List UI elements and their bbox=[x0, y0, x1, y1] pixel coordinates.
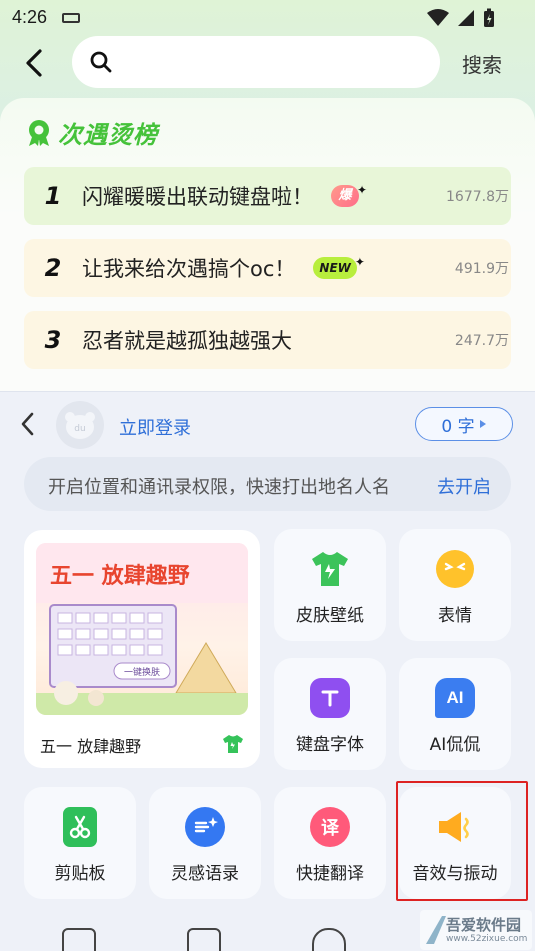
promo-illustration: 五一 放肆趣野 一键换肤 bbox=[36, 543, 248, 715]
word-count-label: 0 字 bbox=[441, 416, 475, 437]
watermark-url: www.52zixue.com bbox=[446, 934, 528, 944]
hot-item-title: 闪耀暖暖出联动键盘啦！ bbox=[82, 185, 313, 209]
tile-ai-chat[interactable]: AI AI侃侃 bbox=[399, 658, 511, 770]
permission-text: 开启位置和通讯录权限，快速打出地名人名 bbox=[48, 477, 390, 498]
avatar[interactable]: du bbox=[56, 401, 104, 449]
search-box[interactable] bbox=[72, 36, 440, 88]
hot-tag-label: 爆 bbox=[338, 188, 352, 203]
tile-skin-wallpaper[interactable]: 皮肤壁纸 bbox=[274, 529, 386, 641]
promo-title: 五一 放肆趣野 bbox=[50, 563, 190, 589]
hot-list-item[interactable]: 3 忍者就是越孤独越强大 247.7万 bbox=[24, 311, 511, 369]
hot-tag-badge: 爆 ✦ bbox=[331, 183, 367, 207]
back-button[interactable] bbox=[18, 46, 50, 80]
wifi-icon bbox=[427, 9, 449, 26]
keyboard-layout-icon[interactable] bbox=[62, 928, 96, 951]
keyboard-indicator-icon bbox=[62, 13, 80, 23]
search-icon bbox=[90, 51, 112, 73]
tile-label: 剪贴板 bbox=[54, 864, 106, 884]
tile-inspiration-quotes[interactable]: 灵感语录 bbox=[149, 787, 261, 899]
svg-text:du: du bbox=[74, 424, 85, 434]
cell-signal-icon bbox=[458, 10, 474, 26]
bear-avatar-icon: du bbox=[65, 412, 95, 439]
rank-number: 3 bbox=[44, 326, 62, 354]
clipboard-scissors-icon bbox=[63, 807, 97, 847]
word-count-button[interactable]: 0 字 bbox=[415, 407, 513, 441]
tile-label: AI侃侃 bbox=[429, 735, 481, 755]
ribbon-badge-icon bbox=[29, 119, 49, 146]
enable-permission-button[interactable]: 去开启 bbox=[437, 473, 491, 499]
tile-quick-translate[interactable]: 译 快捷翻译 bbox=[274, 787, 386, 899]
panel-back-button[interactable] bbox=[18, 410, 42, 438]
translate-icon: 译 bbox=[310, 807, 350, 847]
hot-list-item[interactable]: 1 闪耀暖暖出联动键盘啦！ 爆 ✦ 1677.8万 bbox=[24, 167, 511, 225]
hot-list-header: 次遇烫榜 bbox=[26, 115, 158, 150]
tile-clipboard[interactable]: 剪贴板 bbox=[24, 787, 136, 899]
status-bar: 4:26 bbox=[0, 0, 535, 36]
chevron-left-icon bbox=[21, 412, 34, 436]
status-icons bbox=[427, 8, 495, 28]
tile-label: 键盘字体 bbox=[296, 735, 364, 755]
rank-number: 1 bbox=[44, 182, 62, 210]
play-triangle-icon bbox=[479, 420, 486, 428]
chevron-left-icon bbox=[26, 49, 42, 77]
emoticon-keyboard-icon[interactable] bbox=[187, 928, 221, 951]
promo-caption: 五一 放肆趣野 bbox=[40, 737, 142, 756]
battery-icon bbox=[484, 8, 494, 27]
watermark-text: 吾爱软件园 bbox=[446, 916, 522, 934]
hot-list-title: 次遇烫榜 bbox=[58, 121, 158, 149]
tile-label: 皮肤壁纸 bbox=[296, 606, 364, 626]
hot-count: 491.9万 bbox=[454, 261, 509, 277]
hot-item-title: 让我来给次遇搞个oc！ bbox=[82, 257, 296, 281]
font-t-icon bbox=[310, 678, 350, 718]
new-tag-badge: NEW ✦ bbox=[313, 255, 365, 279]
search-input[interactable] bbox=[122, 36, 422, 88]
hot-item-title: 忍者就是越孤独越强大 bbox=[82, 329, 292, 353]
quote-sparkle-icon bbox=[185, 807, 225, 847]
tile-label: 音效与振动 bbox=[412, 864, 498, 884]
ai-chat-icon: AI bbox=[435, 678, 475, 718]
tile-label: 快捷翻译 bbox=[296, 864, 364, 884]
promo-subtitle: 一键换肤 bbox=[124, 666, 160, 678]
promo-banner-card[interactable]: 五一 放肆趣野 一键换肤 五一 放肆趣野 bbox=[24, 530, 260, 768]
sparkle-icon: ✦ bbox=[356, 183, 367, 197]
tshirt-icon bbox=[223, 735, 243, 753]
promo-banner-image: 五一 放肆趣野 一键换肤 bbox=[36, 543, 248, 715]
text-char-icon[interactable] bbox=[312, 928, 346, 951]
hot-count: 247.7万 bbox=[454, 333, 509, 349]
tile-sound-vibration[interactable]: 音效与振动 bbox=[399, 787, 511, 899]
emoji-face-icon bbox=[435, 549, 475, 589]
tshirt-icon bbox=[310, 549, 350, 589]
hot-count: 1677.8万 bbox=[446, 189, 509, 205]
new-tag-label: NEW bbox=[319, 261, 351, 275]
hot-list-item[interactable]: 2 让我来给次遇搞个oc！ NEW ✦ 491.9万 bbox=[24, 239, 511, 297]
rank-number: 2 bbox=[44, 254, 62, 282]
sparkle-icon: ✦ bbox=[354, 255, 365, 269]
permission-banner: 开启位置和通讯录权限，快速打出地名人名 去开启 bbox=[24, 457, 511, 511]
search-button[interactable]: 搜索 bbox=[462, 49, 502, 78]
status-time: 4:26 bbox=[12, 7, 48, 27]
tile-emoji[interactable]: 表情 bbox=[399, 529, 511, 641]
speaker-vibrate-icon bbox=[435, 807, 475, 847]
tile-keyboard-font[interactable]: 键盘字体 bbox=[274, 658, 386, 770]
tile-label: 表情 bbox=[438, 606, 472, 626]
login-link[interactable]: 立即登录 bbox=[119, 414, 191, 440]
tile-label: 灵感语录 bbox=[171, 864, 239, 884]
